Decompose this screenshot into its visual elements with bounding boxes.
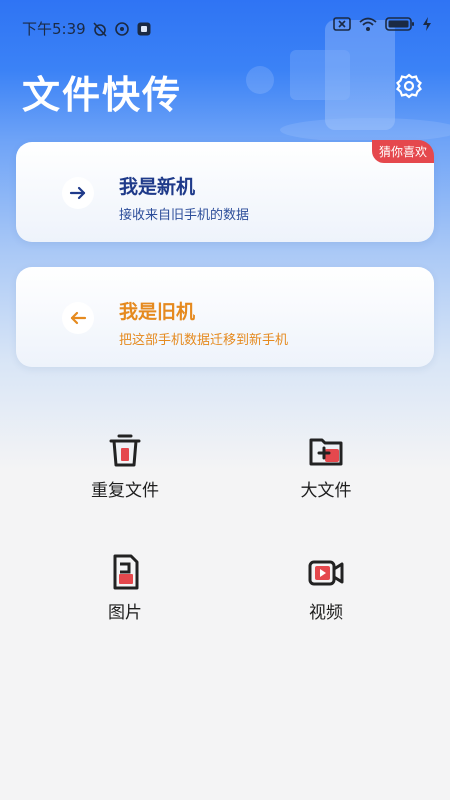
page-title: 文件快传	[22, 73, 183, 117]
trash-icon	[109, 434, 141, 467]
battery-icon	[385, 17, 414, 31]
video-camera-icon	[308, 560, 344, 586]
videos-button[interactable]: 视频	[256, 552, 396, 632]
arrow-right-icon	[62, 177, 94, 209]
sim-x-icon	[333, 17, 351, 31]
status-bar: 下午5:39	[0, 0, 450, 54]
videos-label: 视频	[309, 603, 343, 623]
new-phone-card[interactable]: 我是新机 接收来自旧手机的数据 猜你喜欢	[16, 140, 434, 242]
duplicate-files-button[interactable]: 重复文件	[55, 430, 195, 510]
old-phone-card[interactable]: 我是旧机 把这部手机数据迁移到新手机	[16, 267, 434, 367]
pictures-button[interactable]: 图片	[55, 552, 195, 632]
large-files-label: 大文件	[300, 481, 352, 501]
duplicate-files-label: 重复文件	[91, 481, 159, 501]
wifi-icon	[359, 17, 377, 31]
large-files-button[interactable]: 大文件	[256, 430, 396, 510]
charging-icon	[423, 17, 431, 31]
status-time: 下午5:39	[22, 20, 86, 38]
recommend-badge: 猜你喜欢	[371, 140, 434, 163]
arrow-left-icon	[62, 302, 94, 334]
pictures-label: 图片	[108, 603, 142, 623]
alarm-off-icon	[93, 21, 107, 37]
new-phone-subtitle: 接收来自旧手机的数据	[119, 208, 250, 223]
old-phone-title: 我是旧机	[119, 301, 196, 323]
folder-plus-icon	[309, 438, 343, 466]
gear-icon[interactable]	[395, 72, 423, 100]
target-icon	[114, 21, 129, 36]
new-phone-title: 我是新机	[119, 176, 196, 198]
app-notification-icon	[137, 22, 151, 35]
sd-card-icon	[113, 554, 139, 590]
old-phone-subtitle: 把这部手机数据迁移到新手机	[119, 333, 289, 348]
